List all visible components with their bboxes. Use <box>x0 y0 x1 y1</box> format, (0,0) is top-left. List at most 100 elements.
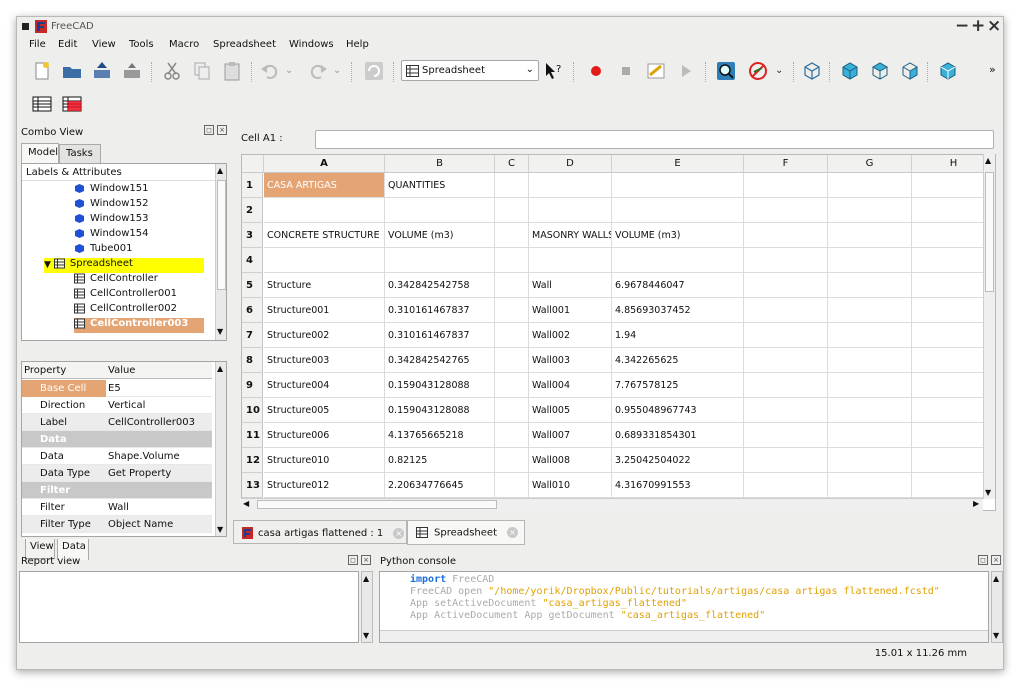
sheet-cell[interactable]: Wall002 <box>529 323 612 348</box>
redo-dropdown-icon[interactable]: ⌄ <box>333 65 341 76</box>
sheet-cell[interactable] <box>828 273 912 298</box>
float-icon[interactable]: ◻ <box>204 125 214 135</box>
scroll-down-icon[interactable]: ▼ <box>993 631 999 640</box>
copy-icon[interactable] <box>191 60 213 82</box>
cell-content-input[interactable] <box>315 130 994 149</box>
scroll-thumb[interactable] <box>217 180 226 290</box>
scroll-up-icon[interactable]: ▲ <box>217 166 223 175</box>
cut-icon[interactable] <box>161 60 183 82</box>
sheet-cell[interactable] <box>828 423 912 448</box>
sheet-cell[interactable] <box>495 423 529 448</box>
tree-item[interactable]: Tube001 <box>74 243 133 258</box>
property-row-data-type[interactable]: Data Type Get Property <box>22 465 212 482</box>
stop-macro-icon[interactable] <box>615 60 637 82</box>
sheet-cell[interactable] <box>744 398 828 423</box>
sheet-cell[interactable]: 0.159043128088 <box>385 373 495 398</box>
sheet-cell[interactable] <box>744 273 828 298</box>
toolbar-overflow-icon[interactable]: » <box>989 63 996 76</box>
sheet-cell[interactable]: Structure <box>264 273 385 298</box>
maximize-icon[interactable]: + <box>971 17 985 35</box>
sheet-vertical-scrollbar[interactable]: ▲ ▼ <box>983 154 995 499</box>
close-icon[interactable]: × <box>991 555 1001 565</box>
column-header-a[interactable]: A <box>264 155 385 173</box>
sheet-cell[interactable]: 0.955048967743 <box>612 398 744 423</box>
sheet-cell[interactable]: Wall008 <box>529 448 612 473</box>
expand-arrow-icon[interactable]: ▼ <box>44 260 51 270</box>
close-icon[interactable]: × <box>217 125 227 135</box>
close-tab-icon[interactable]: × <box>393 527 405 539</box>
save-icon[interactable] <box>91 60 113 82</box>
tree-item[interactable]: Window153 <box>74 213 149 228</box>
sheet-cell[interactable] <box>828 448 912 473</box>
refresh-icon[interactable] <box>363 60 385 82</box>
menu-edit[interactable]: Edit <box>58 39 77 50</box>
scroll-up-icon[interactable]: ▲ <box>363 574 369 583</box>
row-header[interactable]: 12 <box>242 448 263 473</box>
sheet-cell[interactable] <box>744 323 828 348</box>
create-cellcontroller-icon[interactable] <box>61 93 83 115</box>
sheet-cell[interactable]: 0.342842542765 <box>385 348 495 373</box>
tree-item[interactable]: Window151 <box>74 183 149 198</box>
sheet-cell[interactable] <box>612 248 744 273</box>
sheet-cell[interactable] <box>612 198 744 223</box>
undo-icon[interactable] <box>259 60 281 82</box>
sheet-cell[interactable]: Wall001 <box>529 298 612 323</box>
sheet-cell[interactable]: Structure012 <box>264 473 385 498</box>
undo-dropdown-icon[interactable]: ⌄ <box>285 65 293 76</box>
scroll-down-icon[interactable]: ▼ <box>363 631 369 640</box>
property-row-base-cell[interactable]: Base Cell E5 <box>22 380 212 397</box>
scroll-down-icon[interactable]: ▼ <box>217 525 223 534</box>
column-header-d[interactable]: D <box>529 155 612 173</box>
sheet-cell[interactable] <box>828 223 912 248</box>
sheet-cell[interactable] <box>828 348 912 373</box>
sheet-cell[interactable]: QUANTITIES <box>385 173 495 198</box>
sheet-cell[interactable] <box>828 173 912 198</box>
property-row-filter[interactable]: Filter Wall <box>22 499 212 516</box>
sheet-horizontal-scrollbar[interactable]: ◀ ▶ <box>241 498 983 511</box>
close-icon[interactable]: × <box>361 555 371 565</box>
whats-this-icon[interactable]: ? <box>543 60 565 82</box>
float-icon[interactable]: ◻ <box>348 555 358 565</box>
sheet-cell[interactable] <box>828 298 912 323</box>
row-header[interactable]: 11 <box>242 423 263 448</box>
sheet-cell[interactable]: Structure001 <box>264 298 385 323</box>
report-output[interactable] <box>19 571 359 643</box>
menu-tools[interactable]: Tools <box>129 39 154 50</box>
tree-item-selected[interactable]: CellController003 <box>74 318 204 333</box>
property-row-data[interactable]: Data Shape.Volume <box>22 448 212 465</box>
run-macro-icon[interactable] <box>675 60 697 82</box>
isometric-view-icon[interactable] <box>801 60 823 82</box>
view-fit-all-icon[interactable] <box>715 60 737 82</box>
sheet-cell[interactable]: 0.82125 <box>385 448 495 473</box>
column-header-e[interactable]: E <box>612 155 744 173</box>
scroll-left-icon[interactable]: ◀ <box>243 499 249 508</box>
sheet-cell[interactable] <box>612 173 744 198</box>
sheet-cell[interactable]: 0.310161467837 <box>385 323 495 348</box>
scroll-up-icon[interactable]: ▲ <box>985 156 991 165</box>
scroll-down-icon[interactable]: ▼ <box>985 488 991 497</box>
row-header[interactable]: 1 <box>242 173 263 198</box>
sheet-cell[interactable]: Structure010 <box>264 448 385 473</box>
edit-macro-icon[interactable] <box>645 60 667 82</box>
tree-item[interactable]: CellController <box>74 273 158 288</box>
sheet-cell[interactable]: Wall004 <box>529 373 612 398</box>
sheet-cell[interactable] <box>495 398 529 423</box>
save-as-icon[interactable] <box>121 60 143 82</box>
draw-style-icon[interactable] <box>747 60 769 82</box>
sheet-cell[interactable] <box>828 398 912 423</box>
tab-tasks[interactable]: Tasks <box>59 144 101 164</box>
sheet-cell[interactable] <box>264 248 385 273</box>
sheet-cell[interactable] <box>495 198 529 223</box>
console-horizontal-scrollbar[interactable] <box>380 630 988 642</box>
menu-windows[interactable]: Windows <box>289 39 334 50</box>
sheet-cell[interactable]: VOLUME (m3) <box>612 223 744 248</box>
tree-scrollbar[interactable]: ▲ ▼ <box>215 164 226 340</box>
menu-file[interactable]: File <box>29 39 46 50</box>
sheet-cell[interactable] <box>495 348 529 373</box>
row-header[interactable]: 13 <box>242 473 263 498</box>
sheet-cell[interactable]: 4.31670991553 <box>612 473 744 498</box>
row-header[interactable]: 3 <box>242 223 263 248</box>
scroll-down-icon[interactable]: ▼ <box>217 327 223 336</box>
workbench-selector[interactable]: Spreadsheet ⌄ <box>401 60 539 81</box>
sheet-cell[interactable] <box>385 198 495 223</box>
